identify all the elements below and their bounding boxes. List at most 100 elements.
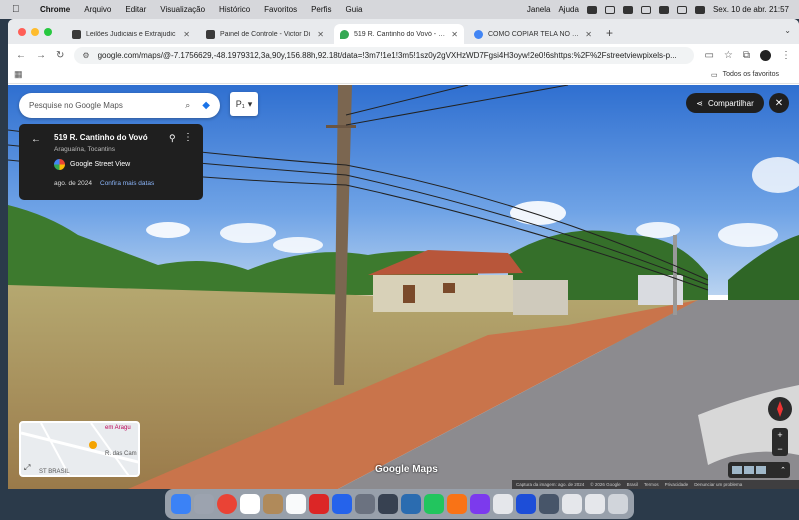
mini-map[interactable]: em Aragu R. das Cam ST BRASIL ⤢ — [19, 421, 140, 477]
layers-icon: P₁ — [235, 99, 245, 109]
zoom-controls: + − — [772, 428, 788, 456]
mac-dock — [165, 489, 634, 519]
screen-icon[interactable] — [604, 5, 615, 14]
documents-icon[interactable] — [562, 494, 583, 514]
menu-perfis[interactable]: Perfis — [311, 5, 331, 14]
imagery-thumbnails[interactable]: ⌃ — [728, 462, 790, 478]
chrome-menu-icon[interactable]: ⋮ — [781, 50, 791, 61]
tab-painel[interactable]: Painel de Controle - Victor Di ✕ — [200, 24, 330, 44]
chrome-icon[interactable] — [216, 494, 237, 514]
site-info-icon[interactable]: ⚙ — [82, 51, 89, 60]
cast-icon[interactable]: ▭ — [704, 50, 713, 61]
menu-ajuda[interactable]: Ajuda — [558, 5, 578, 14]
tab-leiloes[interactable]: Leilões Judiciais e Extrajudic ✕ — [66, 24, 196, 44]
tab-close-icon[interactable]: ✕ — [585, 30, 592, 39]
acrobat-icon[interactable] — [308, 494, 329, 514]
app-store-icon[interactable] — [331, 494, 352, 514]
back-arrow-icon[interactable]: ← — [31, 134, 41, 145]
trash-icon[interactable] — [608, 494, 629, 514]
more-options-icon[interactable]: ⋮ — [183, 132, 193, 143]
calculator-icon[interactable] — [377, 494, 398, 514]
zoom-in-button[interactable]: + — [777, 430, 782, 440]
close-street-view-button[interactable]: ✕ — [769, 93, 789, 113]
menubar-clock[interactable]: Sex. 10 de abr. 21:57 — [713, 5, 789, 14]
location-pin-icon[interactable]: ⚲ — [169, 133, 176, 144]
mac-menubar:  Chrome Arquivo Editar Visualização His… — [0, 0, 799, 19]
expand-up-icon[interactable]: ⌃ — [780, 466, 786, 474]
tab-close-icon[interactable]: ✕ — [451, 30, 458, 39]
media-app-icon[interactable] — [470, 494, 491, 514]
notes-icon[interactable] — [262, 494, 283, 514]
menu-arquivo[interactable]: Arquivo — [84, 5, 111, 14]
maximize-window-icon[interactable] — [44, 28, 52, 36]
mini-map-label: ST BRASIL — [39, 469, 70, 475]
siri-icon[interactable] — [694, 5, 705, 14]
volume-icon[interactable] — [586, 5, 597, 14]
zoom-out-button[interactable]: − — [777, 444, 782, 454]
profile-avatar[interactable] — [760, 49, 771, 61]
address-bar[interactable]: ⚙ google.com/maps/@-7.1756629,-48.197931… — [74, 46, 695, 64]
downloads-icon[interactable] — [585, 494, 606, 514]
menu-historico[interactable]: Histórico — [219, 5, 250, 14]
tab-maps-active[interactable]: 519 R. Cantinho do Vovó - Go ✕ — [334, 24, 464, 44]
dropbox-icon[interactable] — [516, 494, 537, 514]
tab-favicon-icon — [72, 29, 81, 39]
menu-visualizacao[interactable]: Visualização — [160, 5, 205, 14]
reload-icon[interactable]: ↻ — [56, 50, 64, 61]
more-dates-link[interactable]: Confira mais datas — [100, 180, 154, 187]
all-bookmarks[interactable]: ▭ Todos os favoritos — [711, 71, 779, 79]
tab-copiar-tela[interactable]: COMO COPIAR TELA NO MAC ✕ — [468, 24, 598, 44]
expand-map-icon[interactable]: ⤢ — [24, 463, 30, 473]
bookmark-star-icon[interactable]: ☆ — [724, 50, 733, 61]
close-window-icon[interactable] — [18, 28, 26, 36]
system-settings-icon[interactable] — [354, 494, 375, 514]
google-maps-logo: Google Maps — [375, 464, 438, 475]
share-button[interactable]: ⋖ Compartilhar — [686, 93, 764, 113]
wifi-icon[interactable] — [658, 5, 669, 14]
menu-favoritos[interactable]: Favoritos — [264, 5, 297, 14]
street-view-viewport[interactable]: Pesquise no Google Maps ⌕ ◆ P₁ ▾ ⋖ Compa… — [8, 85, 799, 489]
compass-needle — [777, 401, 783, 417]
calendar-icon[interactable] — [239, 494, 260, 514]
back-icon[interactable]: ← — [16, 50, 26, 61]
street-view-info-card: ← 519 R. Cantinho do Vovó Araguaína, Toc… — [19, 124, 203, 200]
directions-icon[interactable]: ◆ — [202, 100, 210, 111]
extensions-icon[interactable]: ⧉ — [743, 50, 750, 61]
apps-grid-icon[interactable]: ▦ — [14, 69, 23, 80]
folder-icon: ▭ — [710, 71, 718, 79]
new-tab-button[interactable]: + — [606, 26, 613, 40]
share-icon: ⋖ — [696, 98, 703, 108]
street-view-source: Google Street View — [54, 159, 130, 170]
tab-close-icon[interactable]: ✕ — [183, 30, 190, 39]
menu-editar[interactable]: Editar — [125, 5, 146, 14]
firefox-icon[interactable] — [447, 494, 468, 514]
reminders-icon[interactable] — [285, 494, 306, 514]
layer-selector-button[interactable]: P₁ ▾ — [230, 92, 258, 116]
bookmarks-bar: ▦ ▭ Todos os favoritos — [8, 66, 799, 84]
url-text: google.com/maps/@-7.1756629,-48.1979312,… — [97, 50, 677, 60]
maps-search-box[interactable]: Pesquise no Google Maps ⌕ ◆ — [19, 93, 220, 118]
thumbnail[interactable] — [744, 466, 754, 474]
menu-guia[interactable]: Guia — [346, 5, 363, 14]
battery-icon[interactable] — [640, 5, 651, 14]
tab-close-icon[interactable]: ✕ — [317, 30, 324, 39]
tab-search-chevron-icon[interactable]: ⌄ — [784, 26, 791, 35]
tab-bar: Leilões Judiciais e Extrajudic ✕ Painel … — [8, 19, 799, 44]
thumbnail[interactable] — [732, 466, 742, 474]
forward-icon[interactable]: → — [36, 50, 46, 61]
thumbnail[interactable] — [756, 466, 766, 474]
remote-desktop-icon[interactable] — [539, 494, 560, 514]
apple-menu-icon[interactable]:  — [12, 4, 26, 15]
launchpad-icon[interactable] — [193, 494, 214, 514]
compass-icon[interactable] — [768, 397, 792, 421]
outlook-icon[interactable] — [400, 494, 421, 514]
whatsapp-icon[interactable] — [424, 494, 445, 514]
music-icon[interactable] — [622, 5, 633, 14]
search-icon[interactable]: ⌕ — [185, 100, 190, 111]
minimize-window-icon[interactable] — [31, 28, 39, 36]
preview-icon[interactable] — [493, 494, 514, 514]
control-center-icon[interactable] — [676, 5, 687, 14]
finder-icon[interactable] — [170, 494, 191, 514]
menu-janela[interactable]: Janela — [527, 5, 551, 14]
menu-app-name[interactable]: Chrome — [40, 5, 70, 14]
